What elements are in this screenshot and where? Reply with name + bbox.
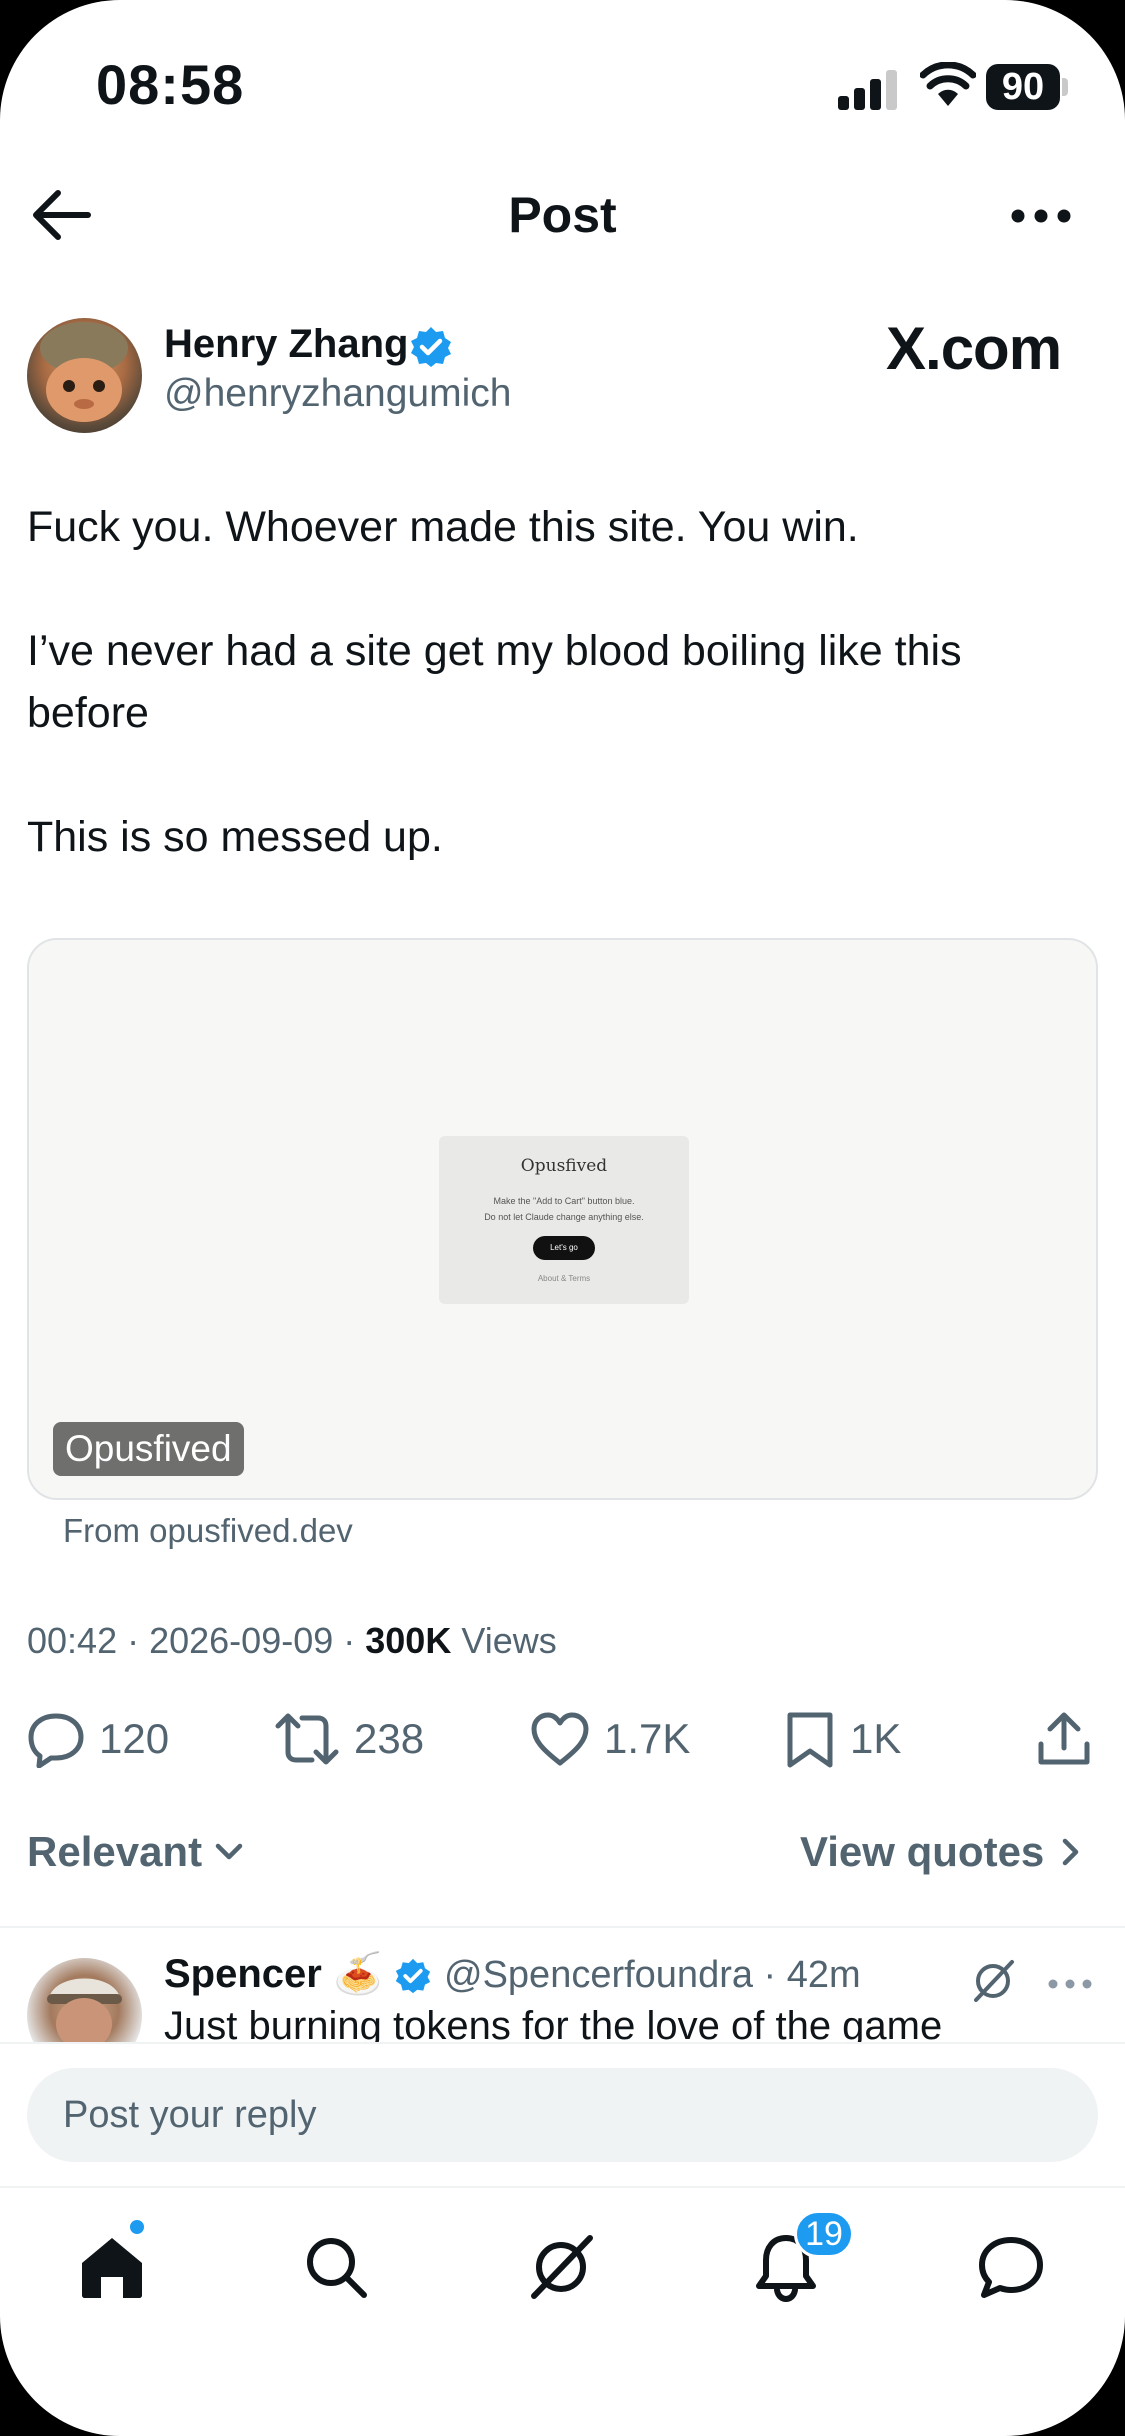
reply-count: 120 <box>99 1715 170 1762</box>
link-card[interactable]: Opusfived Make the "Add to Cart" button … <box>27 938 1098 1500</box>
divider <box>0 2186 1125 2188</box>
notifications-badge: 19 <box>794 2210 854 2258</box>
preview-line: Do not let Claude change anything else. <box>484 1212 644 1222</box>
views-label: Views <box>461 1620 557 1661</box>
verified-badge-icon <box>395 1958 431 1994</box>
home-notification-dot <box>128 2218 146 2236</box>
post-time: 00:42 <box>27 1620 118 1661</box>
chevron-right-icon <box>1063 1838 1079 1866</box>
author-avatar[interactable] <box>27 318 142 433</box>
reply-icon <box>28 1713 84 1768</box>
view-quotes-label: View quotes <box>800 1828 1045 1875</box>
chevron-down-icon <box>215 1843 243 1860</box>
back-arrow-icon[interactable] <box>30 188 92 242</box>
battery-indicator: 90 <box>986 64 1060 110</box>
reply-emoji: 🍝 <box>333 1952 383 1996</box>
grok-icon <box>531 2235 593 2299</box>
reply-text: Just burning tokens for the love of the … <box>164 2004 943 2042</box>
post-text: Fuck you. Whoever made this site. You wi… <box>27 496 1087 930</box>
share-button[interactable] <box>1036 1704 1092 1774</box>
card-label: Opusfived <box>53 1422 244 1476</box>
tab-home[interactable] <box>67 2222 157 2312</box>
reply-handle-time[interactable]: @Spencerfoundra · 42m <box>444 1954 861 1997</box>
author-name[interactable]: Henry Zhang <box>164 322 408 367</box>
sort-label: Relevant <box>27 1828 203 1875</box>
author-handle[interactable]: @henryzhangumich <box>164 372 511 416</box>
card-preview-image: Opusfived Make the "Add to Cart" button … <box>439 1136 689 1304</box>
post-meta: 00:42 · 2026-09-09 · 300K Views <box>27 1620 557 1661</box>
divider <box>0 2042 1125 2044</box>
bookmark-count: 1K <box>850 1715 902 1762</box>
home-icon <box>82 2238 142 2298</box>
more-options-icon[interactable] <box>1010 206 1072 226</box>
share-icon <box>1038 1712 1090 1765</box>
tab-messages[interactable] <box>966 2222 1056 2312</box>
views-count: 300K <box>365 1620 452 1661</box>
bookmark-button[interactable]: 1K <box>784 1704 901 1774</box>
preview-title: Opusfived <box>520 1156 608 1176</box>
cellular-signal-icon <box>838 70 897 110</box>
post-paragraph: Fuck you. Whoever made this site. You wi… <box>27 503 859 551</box>
status-time: 08:58 <box>96 53 245 116</box>
post-paragraph: I’ve never had a site get my blood boili… <box>27 627 962 737</box>
grok-icon[interactable] <box>970 1958 1016 2004</box>
reply-avatar-figure <box>47 1978 122 2042</box>
reply-button[interactable]: 120 <box>27 1704 169 1774</box>
reply-avatar[interactable] <box>27 1958 142 2042</box>
like-button[interactable]: 1.7K <box>530 1704 690 1774</box>
reply-author-name[interactable]: Spencer <box>164 1952 322 1997</box>
reply-more-icon[interactable] <box>1048 1978 1092 1990</box>
repost-count: 238 <box>354 1715 425 1762</box>
card-source[interactable]: From opusfived.dev <box>63 1512 353 1550</box>
page-title: Post <box>508 187 617 243</box>
preview-line: Make the "Add to Cart" button blue. <box>493 1196 635 1206</box>
preview-button: Let's go <box>533 1236 595 1260</box>
search-icon <box>307 2238 367 2298</box>
site-label: X.com <box>886 315 1062 382</box>
preview-footer: About & Terms <box>537 1274 591 1283</box>
phone-screen: 08:58 90 Post Henry Zhang @henryzhangumi… <box>0 0 1125 2436</box>
like-count: 1.7K <box>604 1715 691 1762</box>
messages-icon <box>979 2237 1043 2298</box>
home-indicator <box>0 2420 1125 2436</box>
tab-grok[interactable] <box>516 2222 606 2312</box>
wifi-icon <box>920 62 976 106</box>
repost-button[interactable]: 238 <box>274 1704 424 1774</box>
post-paragraph: This is so messed up. <box>27 813 443 861</box>
avatar-figure <box>40 322 128 422</box>
sort-relevant-dropdown[interactable]: Relevant <box>27 1828 246 1876</box>
bookmark-icon <box>787 1712 833 1768</box>
view-quotes-link[interactable]: View quotes <box>800 1828 1084 1876</box>
tab-search[interactable] <box>291 2222 381 2312</box>
post-date: 2026-09-09 <box>149 1620 334 1661</box>
repost-icon <box>275 1713 339 1765</box>
reply-item[interactable]: Spencer 🍝 @Spencerfoundra · 42m Just bur… <box>0 1928 1125 2042</box>
battery-nub <box>1062 78 1068 96</box>
verified-badge-icon <box>411 327 451 367</box>
reply-input[interactable]: Post your reply <box>27 2068 1098 2162</box>
heart-icon <box>531 1712 589 1766</box>
